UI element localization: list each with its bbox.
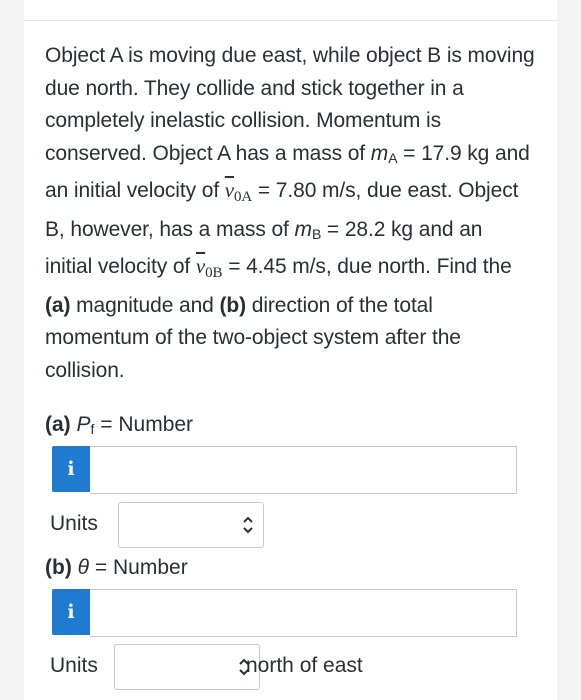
problem-text-6: magnitude and [70, 293, 220, 317]
part-b-label: (b) θ = Number [45, 556, 188, 579]
problem-statement: Object A is moving due east, while objec… [45, 40, 535, 387]
part-a-units-select[interactable] [118, 502, 264, 548]
previous-question-strip [24, 0, 557, 21]
info-icon[interactable]: i [52, 446, 90, 492]
direction-suffix: north of east [246, 654, 363, 677]
problem-text-5: = 4.45 m/s, due north. Find the [222, 255, 512, 278]
select-chevron-icon [243, 516, 253, 534]
mass-b-symbol: mB [294, 217, 322, 242]
part-a-units-label: Units [50, 512, 98, 535]
part-a-answer-row: i [52, 446, 517, 494]
part-b-units-select[interactable] [114, 644, 260, 690]
info-icon[interactable]: i [52, 589, 90, 635]
part-a-ref: (a) [45, 293, 71, 317]
part-a-number-input[interactable] [90, 446, 517, 494]
question-card: Object A is moving due east, while objec… [24, 0, 557, 700]
part-b-answer-row: i [52, 589, 517, 637]
velocity-0b-symbol: v0B [195, 254, 223, 281]
part-b-ref: (b) [219, 293, 247, 317]
velocity-0a-symbol: v0A [224, 178, 253, 205]
part-b-number-input[interactable] [90, 589, 517, 637]
part-a-label: (a) Pf = Number [45, 413, 194, 437]
part-b-units-label: Units [50, 654, 98, 677]
mass-a-symbol: mA [370, 141, 398, 166]
